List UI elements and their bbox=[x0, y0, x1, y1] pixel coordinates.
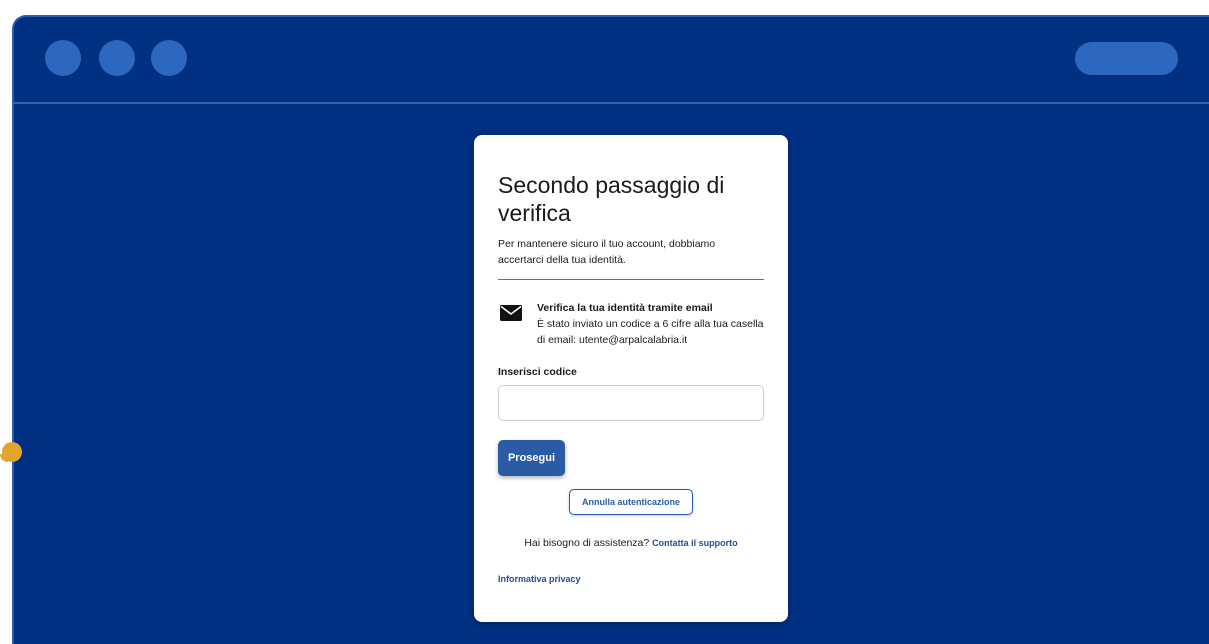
method-title: Verifica la tua identità tramite email bbox=[537, 302, 713, 314]
titlebar-pill bbox=[1075, 42, 1178, 75]
code-field-label: Inserisci codice bbox=[498, 366, 577, 378]
page-title: Secondo passaggio di verifica bbox=[498, 172, 725, 226]
drag-handle[interactable] bbox=[2, 442, 22, 462]
code-input[interactable] bbox=[498, 385, 764, 421]
method-description: È stato inviato un codice a 6 cifre alla… bbox=[537, 318, 764, 346]
window-control-dot[interactable] bbox=[99, 40, 135, 76]
window-control-dot[interactable] bbox=[45, 40, 81, 76]
contact-support-link[interactable]: Contatta il supporto bbox=[652, 538, 738, 548]
divider bbox=[498, 279, 764, 280]
window-control-dot[interactable] bbox=[151, 40, 187, 76]
envelope-icon bbox=[500, 305, 522, 321]
verification-card: Secondo passaggio di verifica Per manten… bbox=[474, 135, 788, 622]
cancel-authentication-button[interactable]: Annulla autenticazione bbox=[569, 489, 693, 515]
continue-button[interactable]: Prosegui bbox=[498, 440, 565, 476]
help-text: Hai bisogno di assistenza? bbox=[524, 537, 650, 549]
browser-window: Secondo passaggio di verifica Per manten… bbox=[12, 15, 1209, 644]
verification-method: Verifica la tua identità tramite email È… bbox=[498, 301, 764, 351]
privacy-policy-link[interactable]: Informativa privacy bbox=[498, 573, 581, 585]
page-subtitle: Per mantenere sicuro il tuo account, dob… bbox=[498, 238, 716, 266]
window-titlebar bbox=[14, 17, 1209, 104]
help-line: Hai bisogno di assistenza? Contatta il s… bbox=[474, 536, 788, 550]
